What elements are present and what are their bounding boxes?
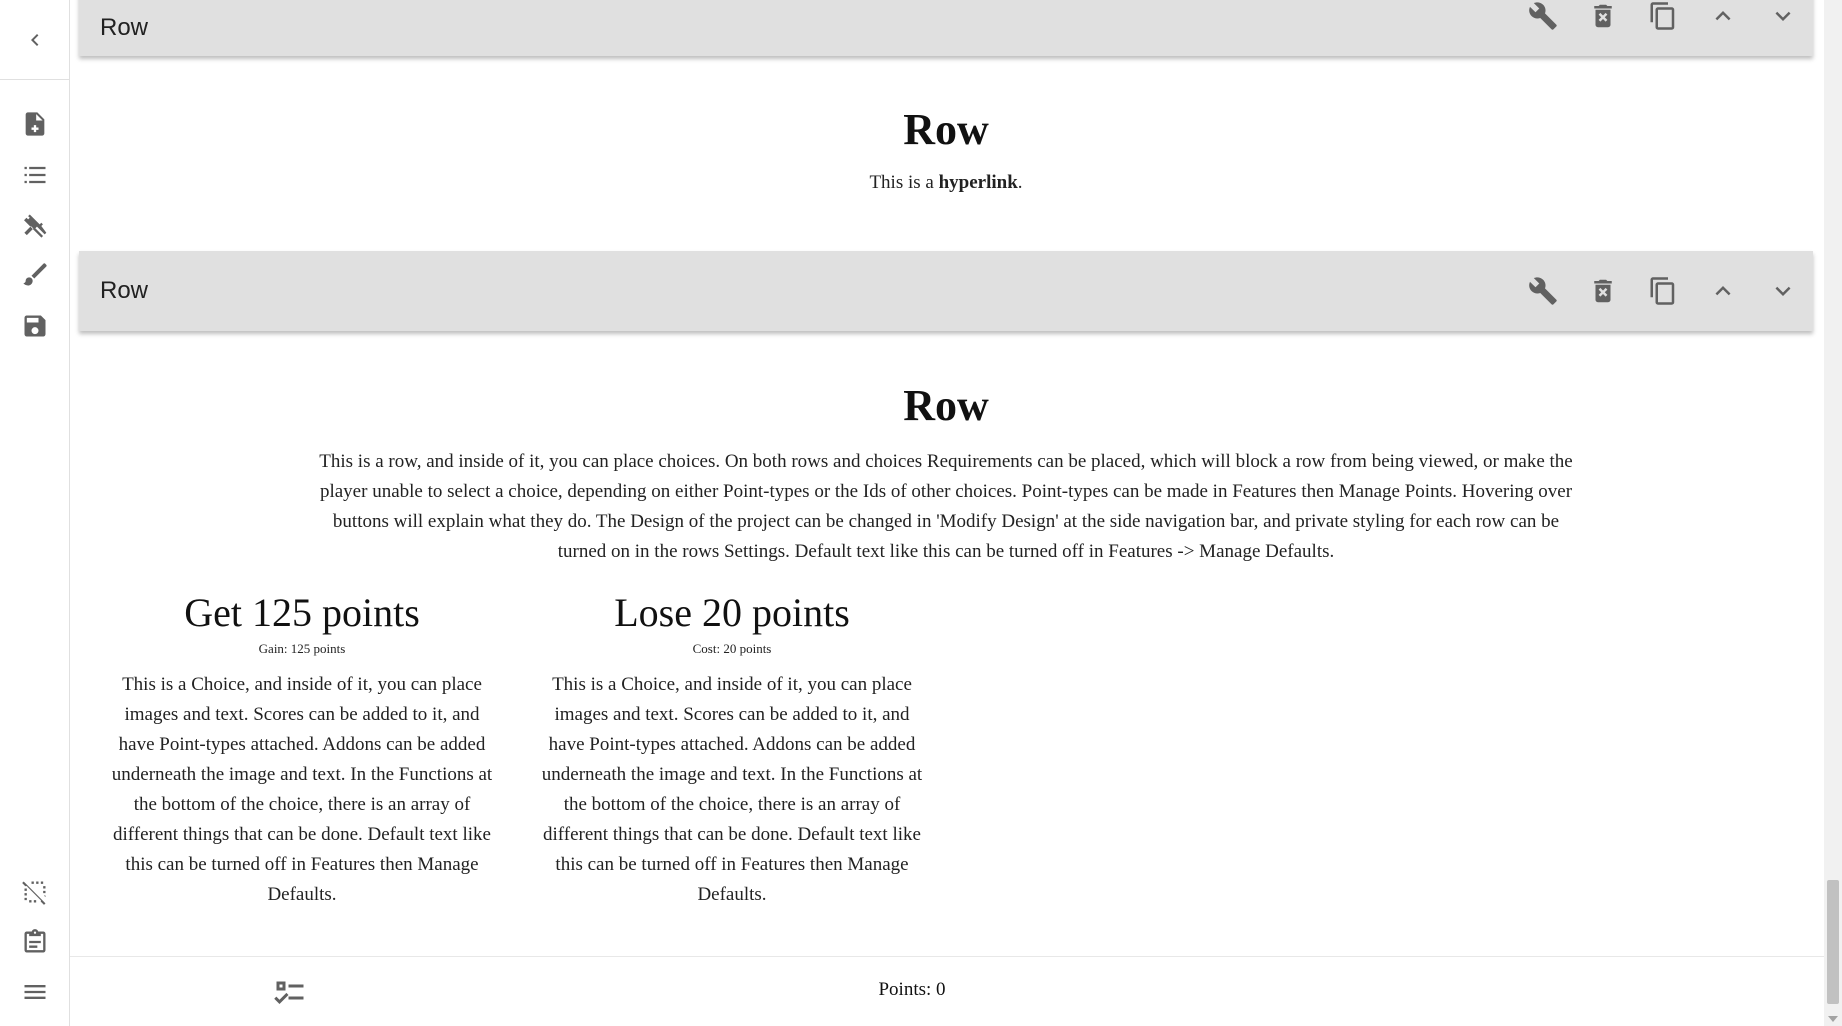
menu-icon (24, 985, 46, 999)
file-plus-icon (25, 112, 45, 136)
row-move-down-button[interactable] (1753, 261, 1813, 321)
row-settings-button[interactable] (1513, 261, 1573, 321)
delete-icon (1594, 279, 1612, 303)
row-delete-button[interactable] (1573, 261, 1633, 321)
modify-design-button[interactable] (19, 259, 51, 291)
choice-score: Gain: 125 points (258, 641, 346, 656)
clipboard-icon (24, 929, 46, 953)
choice-score: Cost: 20 points (692, 641, 772, 656)
copy-icon (1650, 277, 1675, 305)
clipboard-button[interactable] (19, 926, 51, 958)
hyperlink[interactable]: hyperlink (939, 172, 1018, 193)
selection-off-icon (22, 881, 46, 905)
menu-button[interactable] (19, 976, 51, 1008)
rows-list-button[interactable] (19, 159, 51, 191)
row-text-prefix: This is a (869, 172, 939, 193)
chevron-up-icon (1715, 11, 1731, 21)
row-text: This is a row, and inside of it, you can… (319, 451, 1573, 562)
save-icon (24, 315, 46, 337)
toggle-selection-button[interactable] (19, 876, 51, 908)
row-toolbar-title: Row (100, 277, 149, 304)
choice-card[interactable]: Lose 20 points Cost: 20 points This is a… (537, 588, 927, 910)
row-toolbar-actions (1513, 0, 1813, 46)
new-project-button[interactable] (19, 108, 51, 140)
row-text: This is a hyperlink. (79, 168, 1813, 198)
row-2: Row This is a row, and inside of it, you… (79, 378, 1813, 567)
bottom-points-bar: Points: 0 (70, 956, 1824, 1026)
scrollbar-thumb[interactable] (1827, 880, 1839, 1004)
wrench-icon (1529, 2, 1557, 30)
brush-icon (23, 263, 47, 286)
points-display: Points: 0 (878, 979, 946, 1000)
chevron-down-icon (1775, 11, 1791, 21)
row-delete-button[interactable] (1573, 0, 1633, 46)
save-button[interactable] (19, 310, 51, 342)
row-copy-button[interactable] (1633, 0, 1693, 46)
delete-icon (1594, 4, 1612, 28)
row-toolbar-title: Row (100, 14, 149, 41)
tools-icon (24, 214, 47, 238)
row-toolbar: Row (79, 0, 1813, 56)
row-toolbar-actions (1513, 261, 1813, 321)
choice-card[interactable]: Get 125 points Gain: 125 points This is … (107, 588, 497, 910)
back-button[interactable] (0, 0, 70, 80)
row-move-up-button[interactable] (1693, 0, 1753, 46)
row-title: Row (903, 105, 989, 154)
list-icon (24, 166, 46, 184)
choice-text: This is a Choice, and inside of it, you … (111, 674, 493, 905)
row-move-up-button[interactable] (1693, 261, 1753, 321)
features-button[interactable] (19, 209, 51, 241)
scrollbar[interactable] (1824, 0, 1842, 1026)
row-1: Row This is a hyperlink. (79, 102, 1813, 198)
row-copy-button[interactable] (1633, 261, 1693, 321)
choice-title: Lose 20 points (614, 590, 850, 635)
chevron-left-icon (31, 33, 39, 46)
choice-title: Get 125 points (184, 590, 420, 635)
row-move-down-button[interactable] (1753, 0, 1813, 46)
scroll-down-arrow-icon[interactable] (1828, 1016, 1838, 1022)
row-text-suffix: . (1017, 172, 1023, 193)
chevron-down-icon (1775, 286, 1791, 296)
wrench-icon (1529, 277, 1557, 305)
row-settings-button[interactable] (1513, 0, 1573, 46)
choice-text: This is a Choice, and inside of it, you … (541, 674, 923, 905)
chevron-up-icon (1715, 286, 1731, 296)
copy-icon (1650, 2, 1675, 30)
row-title: Row (903, 381, 989, 430)
side-navigation (0, 0, 70, 1026)
row-toolbar: Row (79, 251, 1813, 331)
